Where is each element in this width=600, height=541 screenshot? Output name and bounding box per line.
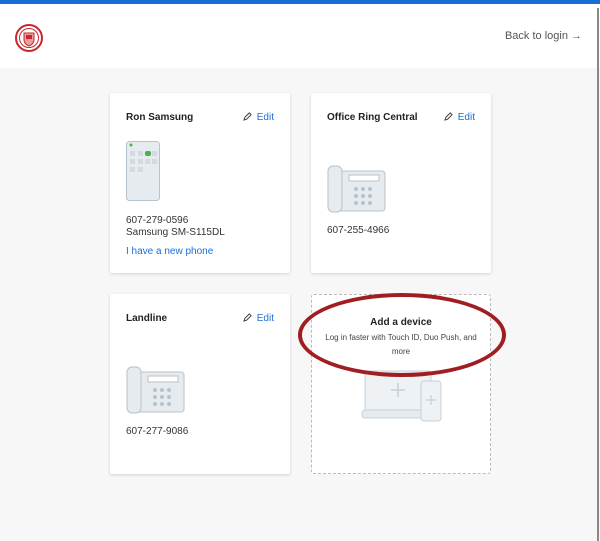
edit-label: Edit [457, 112, 475, 123]
edit-label: Edit [256, 313, 274, 324]
device-name: Landline [126, 313, 168, 324]
add-device-subtitle: Log in faster with Touch ID, Duo Push, a… [325, 333, 477, 356]
pencil-icon [443, 112, 453, 121]
desk-phone-icon [327, 165, 386, 213]
new-phone-link[interactable]: I have a new phone [126, 246, 213, 257]
device-phone-number: 607-279-0596 [126, 215, 189, 226]
edit-button[interactable]: Edit [242, 313, 274, 324]
device-name: Office Ring Central [327, 112, 418, 123]
add-device-card[interactable]: Add a device Log in faster with Touch ID… [311, 294, 491, 474]
edit-button[interactable]: Edit [443, 112, 475, 123]
pencil-icon [242, 112, 252, 121]
desk-phone-icon [126, 366, 185, 414]
device-card-landline: Landline Edit 607-277-9086 [110, 294, 290, 474]
add-device-title: Add a device [370, 317, 432, 328]
device-model: Samsung SM-S115DL [126, 227, 225, 238]
smartphone-icon [126, 141, 160, 201]
edit-label: Edit [256, 112, 274, 123]
device-card-ron-samsung: Ron Samsung Edit 607-279-0596 Samsung SM… [110, 93, 290, 273]
arrow-right-icon: → [571, 30, 582, 42]
back-to-login-link[interactable]: Back to login → [505, 30, 582, 42]
back-to-login-label: Back to login [504, 30, 568, 42]
university-seal-logo [15, 24, 43, 52]
device-name: Ron Samsung [126, 112, 194, 123]
scrollbar[interactable] [597, 8, 599, 541]
device-card-office-ring-central: Office Ring Central Edit 607-255-4966 [311, 93, 491, 273]
pencil-icon [242, 313, 252, 322]
edit-button[interactable]: Edit [242, 112, 274, 123]
device-phone-number: 607-277-9086 [126, 426, 189, 437]
device-phone-number: 607-255-4966 [327, 225, 390, 236]
header: Back to login → [0, 4, 600, 68]
add-device-illustration-icon [361, 370, 442, 422]
